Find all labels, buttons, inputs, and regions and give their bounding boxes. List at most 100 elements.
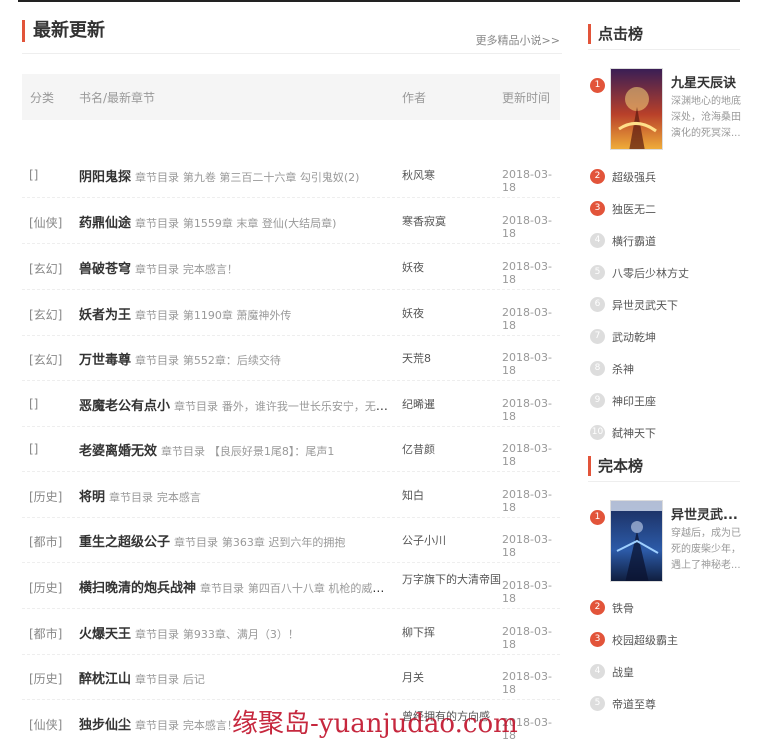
rank-book-name[interactable]: 超级强兵 (612, 169, 656, 185)
book-title-link[interactable]: 独步仙尘 (79, 718, 131, 733)
row-category[interactable]: [都市] (29, 625, 62, 642)
latest-chapter-link[interactable]: 后记 (183, 673, 205, 686)
book-title-link[interactable]: 妖者为王 (79, 308, 131, 323)
table-header: 分类 书名/最新章节 作者 更新时间 (22, 74, 560, 120)
chapter-index-link[interactable]: 章节目录 (135, 171, 179, 184)
row-author[interactable]: 公子小川 (402, 533, 502, 548)
rank-book-name[interactable]: 帝道至尊 (612, 696, 656, 712)
row-category[interactable]: [仙侠] (29, 214, 62, 231)
latest-chapter-link[interactable]: 完本感言 (157, 491, 201, 504)
rank-book-name[interactable]: 弑神天下 (612, 425, 656, 441)
rank-book-name[interactable]: 校园超级霸主 (612, 632, 678, 648)
rank-item[interactable]: 6 异世灵武天下 (588, 288, 740, 320)
chapter-index-link[interactable]: 章节目录 (135, 263, 179, 276)
book-title-link[interactable]: 药鼎仙途 (79, 216, 131, 231)
row-author[interactable]: 柳下挥 (402, 625, 502, 640)
latest-chapter-link[interactable]: 第1190章 萧魔神外传 (183, 309, 292, 322)
chapter-index-link[interactable]: 章节目录 (135, 673, 179, 686)
rank-item[interactable]: 4 横行霸道 (588, 224, 740, 256)
rank-book-name[interactable]: 铁骨 (612, 600, 634, 616)
row-author[interactable]: 纪晞暹 (402, 397, 502, 412)
latest-chapter-link[interactable]: 完本感言！ (183, 263, 238, 276)
chapter-index-link[interactable]: 章节目录 (135, 217, 179, 230)
latest-chapter-link[interactable]: 第933章、满月（3）！ (183, 628, 299, 641)
row-category[interactable]: [历史] (29, 488, 62, 505)
row-category[interactable]: [玄幻] (29, 306, 62, 323)
row-author[interactable]: 妖夜 (402, 306, 502, 321)
rank-book-name[interactable]: 战皇 (612, 664, 634, 680)
chapter-index-link[interactable]: 章节目录 (135, 354, 179, 367)
rank-item[interactable]: 5 帝道至尊 (588, 687, 740, 719)
chapter-index-link[interactable]: 章节目录 (174, 536, 218, 549)
featured-book-name[interactable]: 异世灵武... (671, 504, 738, 523)
rank-book-name[interactable]: 神印王座 (612, 393, 656, 409)
row-category[interactable]: [] (29, 397, 38, 411)
rank-book-name[interactable]: 异世灵武天下 (612, 297, 678, 313)
row-update-time: 2018-03-18 (502, 168, 552, 194)
rank-item[interactable]: 7 武动乾坤 (588, 320, 740, 352)
rank-item[interactable]: 2 超级强兵 (588, 160, 740, 192)
book-title-link[interactable]: 横扫晚清的炮兵战神 (79, 581, 196, 596)
latest-chapter-link[interactable]: 第552章：后续交待 (183, 354, 281, 367)
row-author[interactable]: 月关 (402, 670, 502, 685)
more-novels-link[interactable]: 更多精品小说>> (476, 32, 560, 48)
row-category[interactable]: [] (29, 442, 38, 456)
rank-item[interactable]: 3 独医无二 (588, 192, 740, 224)
latest-chapter-link[interactable]: 【良辰好景1尾8】：尾声1 (209, 445, 335, 458)
chapter-index-link[interactable]: 章节目录 (200, 582, 244, 595)
click-rank-featured[interactable]: 1 九星天辰诀 深渊地心的地底深处，沧海桑田演化的死冥深... (588, 68, 741, 158)
book-title-link[interactable]: 老婆离婚无效 (79, 444, 157, 459)
rank-book-name[interactable]: 横行霸道 (612, 233, 656, 249)
book-title-link[interactable]: 阴阳鬼探 (79, 170, 131, 185)
rank-item[interactable]: 3 校园超级霸主 (588, 623, 740, 655)
book-title-link[interactable]: 重生之超级公子 (79, 535, 170, 550)
row-category[interactable]: [仙侠] (29, 716, 62, 733)
rank-item[interactable]: 10 弑神天下 (588, 416, 740, 448)
chapter-index-link[interactable]: 章节目录 (135, 628, 179, 641)
row-category[interactable]: [] (29, 168, 38, 182)
latest-chapter-link[interactable]: 第363章 迟到六年的拥抱 (222, 536, 346, 549)
book-title-link[interactable]: 恶魔老公有点小 (79, 399, 170, 414)
book-title-link[interactable]: 醉枕江山 (79, 672, 131, 687)
row-category[interactable]: [玄幻] (29, 260, 62, 277)
rank-item[interactable]: 4 战皇 (588, 655, 740, 687)
rank-item[interactable]: 9 神印王座 (588, 384, 740, 416)
row-author[interactable]: 天荒8 (402, 351, 502, 366)
book-cover-image[interactable] (610, 68, 663, 150)
row-author[interactable]: 寒香寂寞 (402, 214, 502, 229)
complete-rank-featured[interactable]: 1 异世灵武... 穿越后，成为已死的废柴少年，遇上了神秘老... (588, 500, 741, 590)
row-author[interactable]: 亿昔颜 (402, 442, 502, 457)
latest-chapter-link[interactable]: 第九卷 第三百二十六章 勾引鬼奴(2) (183, 171, 360, 184)
book-title-link[interactable]: 兽破苍穹 (79, 262, 131, 277)
chapter-index-link[interactable]: 章节目录 (135, 309, 179, 322)
rank-book-name[interactable]: 独医无二 (612, 201, 656, 217)
featured-book-name[interactable]: 九星天辰诀 (671, 72, 736, 91)
chapter-index-link[interactable]: 章节目录 (135, 719, 179, 732)
latest-chapter-link[interactable]: 完本感言！ (183, 719, 238, 732)
row-category[interactable]: [历史] (29, 670, 62, 687)
rank-item[interactable]: 8 杀神 (588, 352, 740, 384)
rank-item[interactable]: 5 八零后少林方丈 (588, 256, 740, 288)
row-category[interactable]: [玄幻] (29, 351, 62, 368)
row-category[interactable]: [都市] (29, 533, 62, 550)
rank-book-name[interactable]: 武动乾坤 (612, 329, 656, 345)
book-cover-image[interactable] (610, 500, 663, 582)
row-author[interactable]: 知白 (402, 488, 502, 503)
latest-chapter-link[interactable]: 番外，谁许我一世长乐安宁，无忧无... (222, 399, 389, 413)
row-author[interactable]: 妖夜 (402, 260, 502, 275)
chapter-index-link[interactable]: 章节目录 (174, 400, 218, 413)
row-author[interactable]: 秋风寒 (402, 168, 502, 183)
chapter-index-link[interactable]: 章节目录 (109, 491, 153, 504)
latest-chapter-link[interactable]: 第1559章 末章 登仙(大结局章) (183, 217, 337, 230)
row-update-time: 2018-03-18 (502, 214, 552, 240)
rank-book-name[interactable]: 八零后少林方丈 (612, 265, 689, 281)
row-category[interactable]: [历史] (29, 579, 62, 596)
book-title-link[interactable]: 万世毒尊 (79, 353, 131, 368)
book-title-link[interactable]: 将明 (79, 490, 105, 505)
latest-chapter-link[interactable]: 第四百八十八章 机枪的威力(大... (248, 581, 389, 595)
rank-item[interactable]: 2 铁骨 (588, 591, 740, 623)
row-author[interactable]: 万字旗下的大清帝国 (402, 572, 502, 587)
book-title-link[interactable]: 火爆天王 (79, 627, 131, 642)
chapter-index-link[interactable]: 章节目录 (161, 445, 205, 458)
rank-book-name[interactable]: 杀神 (612, 361, 634, 377)
